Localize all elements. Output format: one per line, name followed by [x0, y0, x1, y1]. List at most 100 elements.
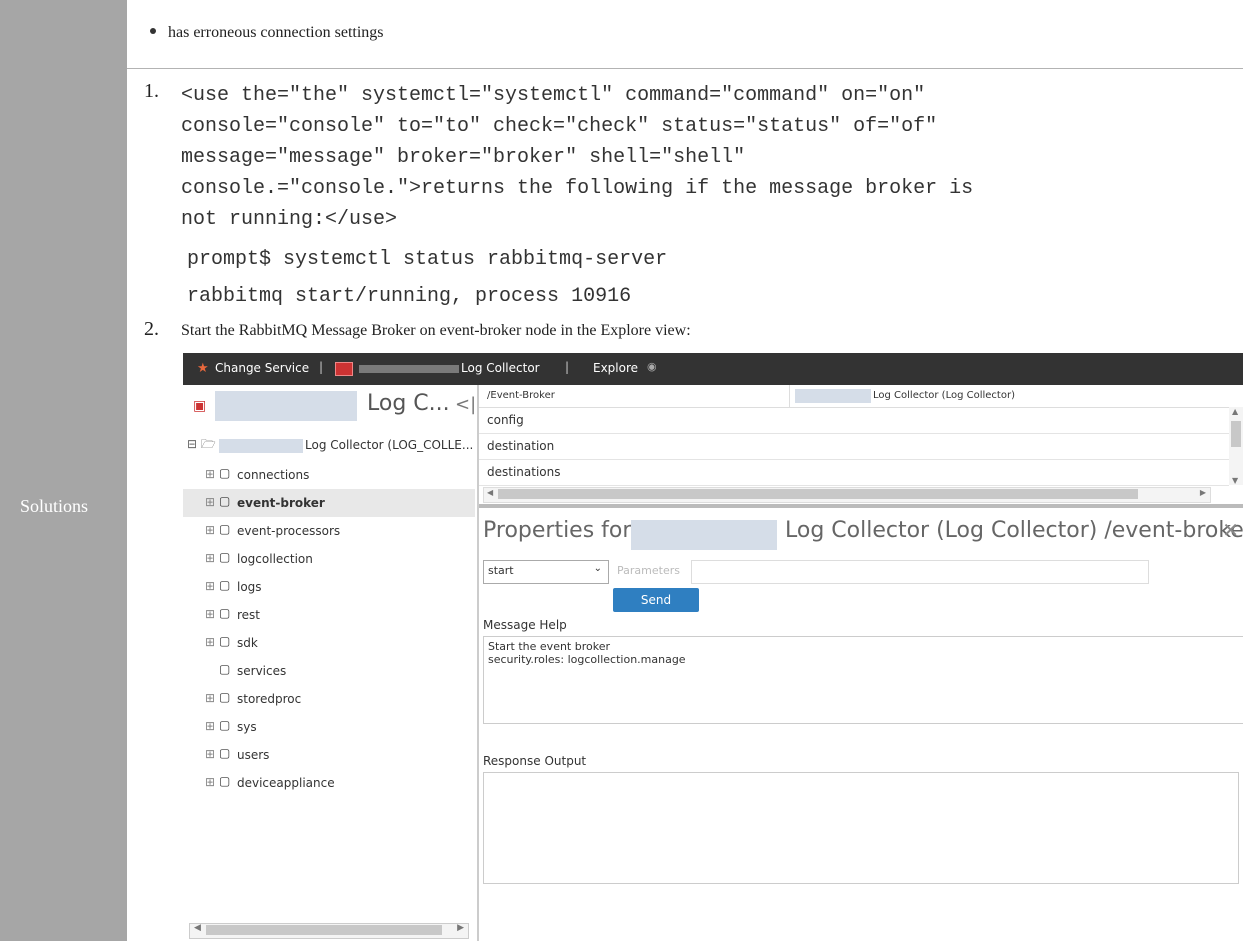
folder-icon: ▢	[219, 718, 231, 732]
folder-icon: ▢	[219, 522, 231, 536]
scroll-left-icon[interactable]: ◀	[194, 923, 201, 933]
divider	[127, 68, 1243, 69]
grid-col-2[interactable]: Log Collector (Log Collector)	[873, 390, 1015, 401]
grid-row[interactable]: destinations	[479, 459, 1229, 486]
tree-item-label[interactable]: rest	[237, 608, 260, 622]
tree-item[interactable]: ⊞ ▢ sys	[183, 713, 475, 741]
step1-line-4: not running:</use>	[181, 208, 398, 231]
collapse-icon[interactable]: ⊟	[187, 437, 197, 451]
explore-menu[interactable]: Explore	[593, 361, 638, 375]
step2-text: Start the RabbitMQ Message Broker on eve…	[181, 322, 691, 339]
expand-icon[interactable]: ⊞	[205, 523, 215, 537]
row-label-cell: Solutions	[0, 0, 127, 941]
chevron-down-icon[interactable]: ◉	[647, 360, 657, 373]
tree-item-label[interactable]: storedproc	[237, 692, 301, 706]
grid-row-label[interactable]: destination	[487, 439, 554, 453]
tree-item-label[interactable]: deviceappliance	[237, 776, 335, 790]
properties-title-suffix: Log Collector (Log Collector) /event-bro…	[785, 518, 1243, 543]
expand-icon[interactable]: ⊞	[205, 467, 215, 481]
tree-item-label[interactable]: logcollection	[237, 552, 313, 566]
tree-item-label[interactable]: connections	[237, 468, 309, 482]
collapse-panel-icon[interactable]: <|	[455, 394, 476, 415]
tree-item-label[interactable]: event-processors	[237, 524, 340, 538]
send-button[interactable]: Send	[613, 588, 699, 612]
redacted-col-name	[795, 389, 871, 403]
tree-item[interactable]: ⊞ ▢ rest	[183, 601, 475, 629]
tree-item[interactable]: ⊞ ▢ sdk	[183, 629, 475, 657]
bullet-text: has erroneous connection settings	[168, 24, 384, 41]
redacted-name	[359, 365, 459, 373]
tree-panel: ▣ Log C... <| ⊟ 🗁 Log Collector (LOG_COL…	[183, 385, 479, 941]
tree-item[interactable]: ⊞ ▢ connections	[183, 461, 475, 489]
params-input[interactable]	[691, 560, 1149, 584]
expand-icon[interactable]: ⊞	[205, 719, 215, 733]
tree-item[interactable]: ⊞ ▢ logcollection	[183, 545, 475, 573]
grid-col-1[interactable]: /Event-Broker	[487, 390, 555, 401]
separator-2: |	[565, 360, 570, 374]
tree-item[interactable]: ⊞ ▢ event-processors	[183, 517, 475, 545]
folder-icon: ▢	[219, 774, 231, 788]
grid-row-label[interactable]: destinations	[487, 465, 561, 479]
step1-line-0: <use the="the" systemctl="systemctl" com…	[181, 84, 926, 107]
scroll-up-icon[interactable]: ▲	[1232, 407, 1238, 416]
expand-icon[interactable]: ⊞	[205, 495, 215, 509]
embedded-ui-screenshot: ★ Change Service | Log Collector | Explo…	[183, 353, 1243, 941]
grid-vscrollbar[interactable]: ▲ ▼	[1229, 407, 1243, 485]
log-collector-link[interactable]: Log Collector	[461, 361, 540, 375]
tree-item-label[interactable]: logs	[237, 580, 262, 594]
top-bar: ★ Change Service | Log Collector | Explo…	[183, 353, 1243, 385]
folder-icon: ▢	[219, 662, 231, 676]
grid-row-label[interactable]: config	[487, 413, 524, 427]
vscroll-thumb[interactable]	[1231, 421, 1241, 447]
scroll-right-icon[interactable]: ▶	[1200, 488, 1206, 497]
scroll-down-icon[interactable]: ▼	[1232, 476, 1238, 485]
hscroll-thumb[interactable]	[498, 489, 1138, 499]
tree-item-selected[interactable]: ⊞ ▢ event-broker	[183, 489, 475, 517]
col-divider	[789, 385, 790, 407]
message-select-value: start	[488, 564, 514, 577]
grid-row[interactable]: destination	[479, 433, 1229, 460]
scroll-left-icon[interactable]: ◀	[487, 488, 493, 497]
expand-icon[interactable]: ⊞	[205, 607, 215, 621]
tree-item[interactable]: ▢ services	[183, 657, 475, 685]
node-icon: ▣	[193, 398, 207, 414]
grid-row[interactable]: config	[479, 407, 1229, 434]
code-line-0: prompt$ systemctl status rabbitmq-server	[187, 248, 668, 271]
tree-root[interactable]: ⊟ 🗁	[187, 435, 216, 456]
expand-icon[interactable]: ⊞	[205, 775, 215, 789]
expand-icon[interactable]: ⊞	[205, 747, 215, 761]
tree-item-label[interactable]: sdk	[237, 636, 258, 650]
grid-hscrollbar[interactable]: ◀ ▶	[483, 487, 1211, 503]
tree-item-label[interactable]: services	[237, 664, 286, 678]
expand-icon[interactable]: ⊞	[205, 551, 215, 565]
properties-title-prefix: Properties for	[483, 518, 632, 543]
expand-icon[interactable]: ⊞	[205, 691, 215, 705]
close-icon[interactable]: ✕	[1222, 518, 1239, 542]
step1-line-1: console="console" to="to" check="check" …	[181, 115, 938, 138]
properties-panel: Properties for Log Collector (Log Collec…	[479, 508, 1243, 941]
tree-item-label[interactable]: users	[237, 748, 269, 762]
expand-icon[interactable]: ⊞	[205, 579, 215, 593]
folder-icon: ▢	[219, 746, 231, 760]
scroll-thumb[interactable]	[206, 925, 442, 935]
folder-icon: ▢	[219, 634, 231, 648]
tree-item-label[interactable]: event-broker	[237, 496, 325, 510]
tree-item[interactable]: ⊞ ▢ logs	[183, 573, 475, 601]
bullet-item: has erroneous connection settings	[150, 24, 384, 42]
redacted-service-name	[631, 520, 777, 550]
folder-icon: ▢	[219, 494, 231, 508]
tree-item[interactable]: ⊞ ▢ users	[183, 741, 475, 769]
change-service-icon[interactable]: ★	[197, 361, 209, 376]
tree-root-label[interactable]: Log Collector (LOG_COLLE...	[305, 438, 473, 452]
change-service-link[interactable]: Change Service	[215, 361, 309, 375]
tree-item[interactable]: ⊞ ▢ storedproc	[183, 685, 475, 713]
tree-item[interactable]: ⊞ ▢ deviceappliance	[183, 769, 475, 797]
chevron-down-icon[interactable]: ⌄	[594, 563, 602, 574]
tree-hscrollbar[interactable]: ◀ ▶	[189, 923, 469, 939]
params-label: Parameters	[617, 564, 680, 577]
tree-item-label[interactable]: sys	[237, 720, 257, 734]
scroll-right-icon[interactable]: ▶	[457, 923, 464, 933]
message-select[interactable]: start ⌄	[483, 560, 609, 584]
expand-icon[interactable]: ⊞	[205, 635, 215, 649]
response-output-box[interactable]	[483, 772, 1239, 884]
